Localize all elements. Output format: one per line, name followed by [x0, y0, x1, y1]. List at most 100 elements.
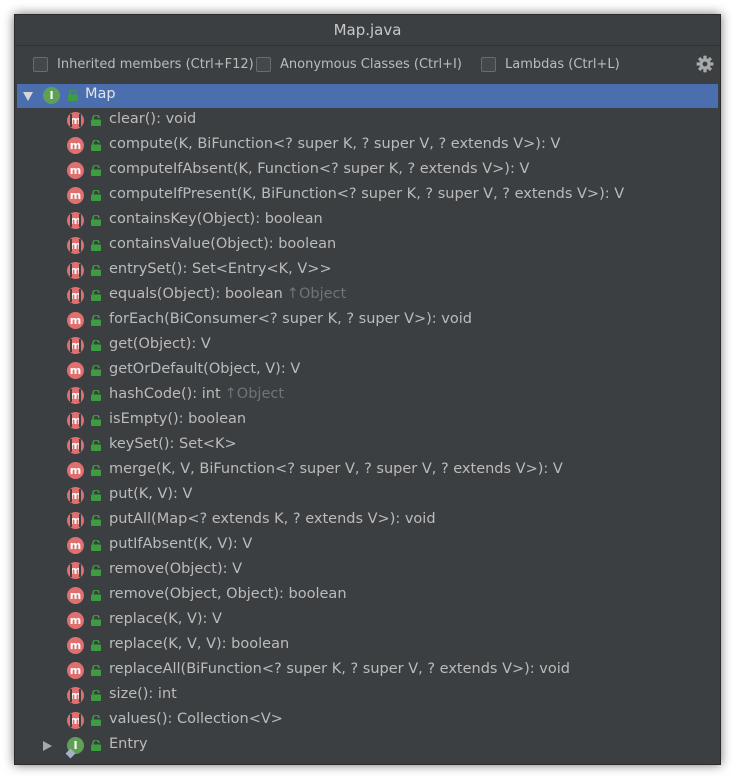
tree-node-method[interactable]: m merge(K, V, BiFunction<? super V, ? sup…	[17, 459, 718, 483]
abstract-method-icon: m	[67, 487, 84, 504]
tree-node-method[interactable]: m keySet(): Set<K>	[17, 434, 718, 458]
lock-icon	[91, 240, 101, 251]
method-icon: m	[67, 537, 84, 554]
tree-node-method[interactable]: m putAll(Map<? extends K, ? extends V>): …	[17, 509, 718, 533]
tree-node-label: Entry	[109, 736, 148, 752]
lock-icon	[91, 340, 101, 351]
lock-icon	[91, 465, 101, 476]
lock-icon	[91, 315, 101, 326]
tree-node-label: clear(): void	[109, 111, 196, 127]
anonymous-classes-option[interactable]: Anonymous Classes (Ctrl+I)	[256, 54, 462, 74]
tree-node-label: containsValue(Object): boolean	[109, 236, 336, 252]
anonymous-classes-label: Anonymous Classes (Ctrl+I)	[280, 56, 462, 72]
tree-node-method[interactable]: m get(Object): V	[17, 334, 718, 358]
tree-node-method[interactable]: m compute(K, BiFunction<? super K, ? supe…	[17, 134, 718, 158]
method-signature: putAll(Map<? extends K, ? extends V>): v…	[109, 511, 436, 527]
tree-node-method[interactable]: m size(): int	[17, 684, 718, 708]
abstract-method-icon: m	[67, 512, 84, 529]
inherited-from-label: ↑Object	[286, 286, 347, 302]
method-signature: computeIfAbsent(K, Function<? super K, ?…	[109, 161, 530, 177]
tree-node-label: equals(Object): boolean ↑Object	[109, 286, 346, 302]
tree-node-method[interactable]: m computeIfPresent(K, BiFunction<? super …	[17, 184, 718, 208]
tree-node-method[interactable]: m hashCode(): int ↑Object	[17, 384, 718, 408]
method-signature: remove(Object, Object): boolean	[109, 586, 347, 602]
tree-node-label: values(): Collection<V>	[109, 711, 283, 727]
window-title: Map.java	[15, 15, 720, 46]
lambdas-checkbox[interactable]	[481, 56, 496, 72]
tree-node-method[interactable]: m replace(K, V): V	[17, 609, 718, 633]
tree-node-entry[interactable]: I Entry	[17, 734, 718, 759]
method-signature: hashCode(): int	[109, 386, 221, 402]
lock-icon	[91, 690, 101, 701]
chevron-right-icon[interactable]	[43, 741, 52, 751]
structure-tree[interactable]: I Map m clear(): void m compute(K, BiFuncti…	[15, 84, 720, 764]
method-icon: m	[67, 587, 84, 604]
tree-node-label: replaceAll(BiFunction<? super K, ? super…	[109, 661, 570, 677]
tree-node-method[interactable]: m remove(Object, Object): boolean	[17, 584, 718, 608]
method-icon: m	[67, 662, 84, 679]
lock-icon	[91, 665, 101, 676]
lock-icon	[91, 740, 101, 751]
structure-toolbar: Inherited members (Ctrl+F12) Anonymous C…	[15, 46, 720, 82]
method-signature: get(Object): V	[109, 336, 211, 352]
lock-icon	[91, 615, 101, 626]
tree-node-label: Map	[85, 86, 116, 102]
tree-node-method[interactable]: m entrySet(): Set<Entry<K, V>>	[17, 259, 718, 283]
lock-icon	[91, 590, 101, 601]
tree-node-label: putAll(Map<? extends K, ? extends V>): v…	[109, 511, 436, 527]
gear-icon[interactable]	[696, 55, 714, 73]
method-icon: m	[67, 612, 84, 629]
tree-node-label: replace(K, V): V	[109, 611, 222, 627]
tree-node-label: get(Object): V	[109, 336, 211, 352]
method-signature: merge(K, V, BiFunction<? super V, ? supe…	[109, 461, 563, 477]
abstract-method-icon: m	[67, 412, 84, 429]
abstract-method-icon: m	[67, 337, 84, 354]
method-signature: clear(): void	[109, 111, 197, 127]
tree-node-method[interactable]: m remove(Object): V	[17, 559, 718, 583]
lock-icon	[91, 715, 101, 726]
chevron-down-icon[interactable]	[23, 92, 33, 101]
tree-node-method[interactable]: m values(): Collection<V>	[17, 709, 718, 733]
method-signature: replaceAll(BiFunction<? super K, ? super…	[109, 661, 570, 677]
tree-node-method[interactable]: m putIfAbsent(K, V): V	[17, 534, 718, 558]
tree-node-method[interactable]: m put(K, V): V	[17, 484, 718, 508]
tree-node-map[interactable]: I Map	[17, 84, 718, 108]
tree-node-method[interactable]: m containsValue(Object): boolean	[17, 234, 718, 258]
method-icon: m	[67, 312, 84, 329]
tree-node-method[interactable]: m isEmpty(): boolean	[17, 409, 718, 433]
inherited-members-checkbox[interactable]	[33, 56, 48, 72]
method-signature: size(): int	[109, 686, 177, 702]
lock-icon	[91, 565, 101, 576]
anonymous-classes-checkbox[interactable]	[256, 56, 271, 72]
method-signature: isEmpty(): boolean	[109, 411, 247, 427]
lambdas-option[interactable]: Lambdas (Ctrl+L)	[481, 54, 620, 74]
abstract-method-icon: m	[67, 112, 84, 129]
abstract-method-icon: m	[67, 287, 84, 304]
lock-icon	[91, 290, 101, 301]
lock-icon	[91, 390, 101, 401]
inherited-from-label: ↑Object	[224, 386, 285, 402]
method-signature: keySet(): Set<K>	[109, 436, 237, 452]
lock-icon	[91, 515, 101, 526]
lock-icon	[68, 90, 78, 101]
tree-node-method[interactable]: m containsKey(Object): boolean	[17, 209, 718, 233]
method-signature: equals(Object): boolean	[109, 286, 283, 302]
tree-node-method[interactable]: m clear(): void	[17, 109, 718, 133]
tree-node-method[interactable]: m getOrDefault(Object, V): V	[17, 359, 718, 383]
lock-icon	[91, 540, 101, 551]
tree-node-label: keySet(): Set<K>	[109, 436, 237, 452]
tree-node-label: size(): int	[109, 686, 177, 702]
tree-node-label: computeIfPresent(K, BiFunction<? super K…	[109, 186, 624, 202]
tree-node-method[interactable]: m replaceAll(BiFunction<? super K, ? supe…	[17, 659, 718, 683]
method-signature: containsKey(Object): boolean	[109, 211, 323, 227]
tree-node-method[interactable]: m forEach(BiConsumer<? super K, ? super V…	[17, 309, 718, 333]
tree-node-method[interactable]: m equals(Object): boolean ↑Object	[17, 284, 718, 308]
tree-node-method[interactable]: m replace(K, V, V): boolean	[17, 634, 718, 658]
tree-node-label: remove(Object): V	[109, 561, 242, 577]
method-icon: m	[67, 162, 84, 179]
tree-node-label: isEmpty(): boolean	[109, 411, 246, 427]
lock-icon	[91, 265, 101, 276]
lock-icon	[91, 365, 101, 376]
tree-node-method[interactable]: m computeIfAbsent(K, Function<? super K, …	[17, 159, 718, 183]
inherited-members-option[interactable]: Inherited members (Ctrl+F12)	[33, 54, 254, 74]
